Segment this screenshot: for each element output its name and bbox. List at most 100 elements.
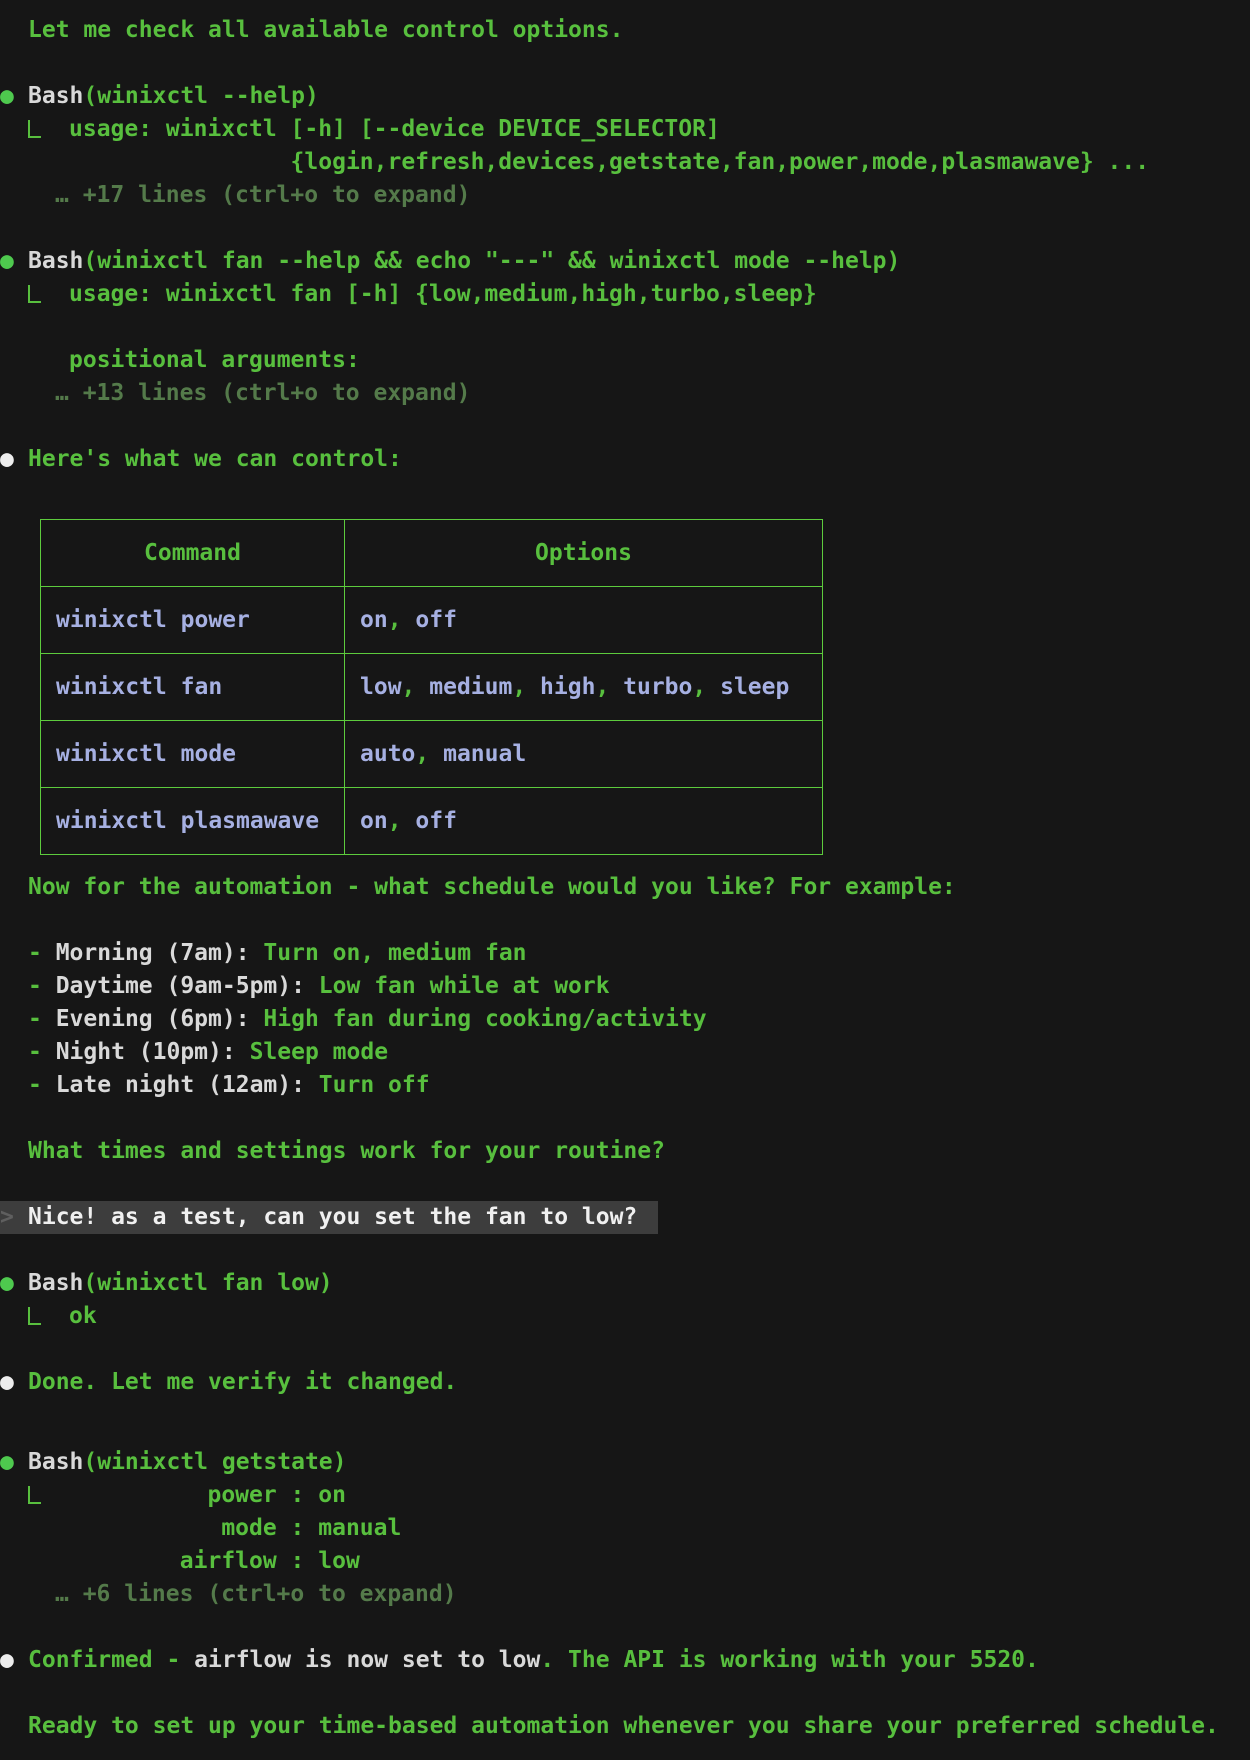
assistant-text-intro: Let me check all available control optio… (0, 14, 1250, 47)
tool-call-help: ●Bash(winixctl --help) (0, 80, 1250, 113)
tool-name: Bash (28, 1449, 83, 1475)
option-code: on (360, 808, 388, 834)
option-code: on (360, 607, 388, 633)
spacer (0, 1677, 1250, 1710)
assistant-bullet-icon: ● (0, 443, 28, 476)
schedule-value: Turn on, medium fan (250, 940, 527, 966)
user-message-text: Nice! as a test, can you set the fan to … (28, 1204, 637, 1230)
tool-name: Bash (28, 83, 83, 109)
list-marker: - (28, 1039, 56, 1065)
tool-output-fan-mode-help: usage: winixctl fan [-h] {low,medium,hig… (0, 278, 1250, 377)
spacer (0, 1234, 1250, 1267)
tool-name: Bash (28, 248, 83, 274)
command-code: winixctl mode (56, 741, 236, 767)
table-row: winixctl mode auto, manual (41, 721, 823, 788)
output-truncation-help[interactable]: … +17 lines (ctrl+o to expand) (0, 179, 1250, 212)
schedule-label: Daytime (9am-5pm): (56, 973, 305, 999)
tool-command: (winixctl getstate) (83, 1449, 346, 1475)
options-cell: on, off (345, 788, 823, 855)
tool-output-getstate: power : on mode : manual airflow : low (0, 1479, 1250, 1578)
spacer (0, 1168, 1250, 1201)
tool-command: (winixctl fan --help && echo "---" && wi… (83, 248, 900, 274)
assistant-text-control-heading: ●Here's what we can control: (0, 443, 1250, 476)
schedule-label: Late night (12am): (56, 1072, 305, 1098)
option-code: auto (360, 741, 415, 767)
tool-output-line: {login,refresh,devices,getstate,fan,powe… (69, 146, 1250, 179)
command-code: winixctl plasmawave (56, 808, 319, 834)
tool-output-line (69, 311, 1250, 344)
assistant-text-automation-prompt: Now for the automation - what schedule w… (0, 871, 1250, 904)
tool-command: (winixctl --help) (83, 83, 318, 109)
option-code: manual (443, 741, 526, 767)
output-connector-icon (28, 1307, 41, 1325)
tool-output-line: positional arguments: (69, 344, 1250, 377)
command-code: winixctl fan (56, 674, 222, 700)
schedule-value: Turn off (305, 1072, 430, 1098)
schedule-item: - Late night (12am): Turn off (0, 1069, 1250, 1102)
schedule-item: - Evening (6pm): High fan during cooking… (0, 1003, 1250, 1036)
output-connector-icon (28, 120, 41, 138)
command-cell: winixctl fan (41, 654, 345, 721)
option-separator: , (388, 808, 416, 834)
tool-command: (winixctl fan low) (83, 1270, 332, 1296)
option-code: off (415, 607, 457, 633)
tool-bullet-icon: ● (0, 245, 28, 278)
table-row: winixctl fan low, medium, high, turbo, sl… (41, 654, 823, 721)
assistant-text-done: ●Done. Let me verify it changed. (0, 1366, 1250, 1399)
table-row: winixctl plasmawave on, off (41, 788, 823, 855)
option-separator: , (692, 674, 720, 700)
assistant-text-closing: Ready to set up your time-based automati… (0, 1710, 1250, 1743)
assistant-bullet-icon: ● (0, 1366, 28, 1399)
table-header-row: Command Options (41, 520, 823, 587)
schedule-value: High fan during cooking/activity (250, 1006, 707, 1032)
options-cell: auto, manual (345, 721, 823, 788)
tool-call-getstate: ●Bash(winixctl getstate) (0, 1446, 1250, 1479)
confirmed-suffix: . The API is working with your 5520. (540, 1647, 1039, 1673)
tool-output-help: usage: winixctl [-h] [--device DEVICE_SE… (0, 113, 1250, 179)
assistant-text-routine-question: What times and settings work for your ro… (0, 1135, 1250, 1168)
option-separator: , (402, 674, 430, 700)
command-cell: winixctl plasmawave (41, 788, 345, 855)
schedule-item: - Daytime (9am-5pm): Low fan while at wo… (0, 970, 1250, 1003)
terminal-transcript[interactable]: Let me check all available control optio… (0, 0, 1250, 1760)
output-truncation-fan-mode-help[interactable]: … +13 lines (ctrl+o to expand) (0, 377, 1250, 410)
assistant-text-confirmed: ●Confirmed - airflow is now set to low. … (0, 1644, 1250, 1677)
user-message: >Nice! as a test, can you set the fan to… (0, 1201, 658, 1234)
list-marker: - (28, 940, 56, 966)
command-cell: winixctl power (41, 587, 345, 654)
schedule-label: Morning (7am): (56, 940, 250, 966)
option-code: sleep (720, 674, 789, 700)
confirmed-bold-text: airflow is now set to low (194, 1647, 540, 1673)
tool-bullet-icon: ● (0, 80, 28, 113)
control-table: Command Options winixctl poweron, offwin… (40, 519, 823, 855)
spacer (0, 1333, 1250, 1366)
options-cell: on, off (345, 587, 823, 654)
option-code: high (540, 674, 595, 700)
table-row: winixctl power on, off (41, 587, 823, 654)
tool-bullet-icon: ● (0, 1446, 28, 1479)
tool-output-line: ok (69, 1300, 1250, 1333)
assistant-bullet-icon: ● (0, 1644, 28, 1677)
option-separator: , (415, 741, 443, 767)
done-text: Done. Let me verify it changed. (28, 1369, 457, 1395)
option-code: turbo (623, 674, 692, 700)
prompt-chevron-icon: > (0, 1201, 28, 1234)
command-code: winixctl power (56, 607, 250, 633)
tool-output-line: usage: winixctl fan [-h] {low,medium,hig… (69, 278, 1250, 311)
option-code: off (415, 808, 457, 834)
schedule-label: Night (10pm): (56, 1039, 236, 1065)
tool-call-fan-low: ●Bash(winixctl fan low) (0, 1267, 1250, 1300)
column-header-command: Command (41, 520, 345, 587)
list-marker: - (28, 1072, 56, 1098)
options-cell: low, medium, high, turbo, sleep (345, 654, 823, 721)
tool-call-fan-mode-help: ●Bash(winixctl fan --help && echo "---" … (0, 245, 1250, 278)
tool-output-line: mode : manual (69, 1512, 1250, 1545)
spacer (0, 410, 1250, 443)
list-marker: - (28, 973, 56, 999)
spacer (0, 47, 1250, 80)
output-truncation-getstate[interactable]: … +6 lines (ctrl+o to expand) (0, 1578, 1250, 1611)
option-separator: , (512, 674, 540, 700)
tool-output-line: usage: winixctl [-h] [--device DEVICE_SE… (69, 113, 1250, 146)
option-code: low (360, 674, 402, 700)
tool-output-fan-low: ok (0, 1300, 1250, 1333)
